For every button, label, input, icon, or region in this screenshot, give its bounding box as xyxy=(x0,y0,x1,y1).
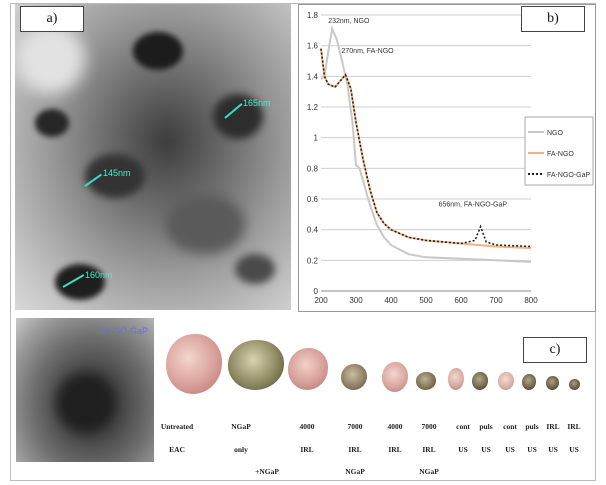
tumor-caption: IRL xyxy=(388,445,402,454)
tumor-caption: US xyxy=(548,445,558,454)
panel-c-label: c) xyxy=(523,337,587,363)
tumor-caption: IRL xyxy=(567,422,581,431)
tumor-caption: 4000 xyxy=(299,422,315,431)
chart-svg: 0 0.2 0.4 0.6 0.8 1 1.2 1.4 1.6 1.8 200 300 400 500 60… xyxy=(307,11,594,305)
tumor-sample xyxy=(341,364,367,390)
tumor-sample xyxy=(228,340,284,390)
peak-annotation: 270nm, FA-NGO xyxy=(342,48,395,55)
x-tick-label: 500 xyxy=(419,296,433,305)
tumor-sample xyxy=(416,372,436,390)
tumor-caption: US xyxy=(569,445,579,454)
legend-label: FA-NGO-GaP xyxy=(547,172,591,179)
y-tick-label: 0.2 xyxy=(307,256,319,265)
tumor-caption: 7000 xyxy=(347,422,363,431)
tumor-caption: IRL xyxy=(348,445,362,454)
uv-vis-chart: 0 0.2 0.4 0.6 0.8 1 1.2 1.4 1.6 1.8 200 300 400 500 60… xyxy=(298,4,596,312)
particle-cluster xyxy=(133,32,183,70)
scale-bar-label: 145nm xyxy=(103,168,131,178)
inset-label: FA-GO-GaP xyxy=(98,326,148,336)
tumor-caption: cont xyxy=(456,422,470,431)
y-tick-label: 0.4 xyxy=(307,226,319,235)
tumor-caption: 4000 xyxy=(387,422,403,431)
y-tick-label: 0.8 xyxy=(307,164,319,173)
particle xyxy=(56,373,116,433)
tumor-caption: IRL xyxy=(422,445,436,454)
tumor-caption: IRL xyxy=(300,445,314,454)
tumor-sample xyxy=(522,374,536,390)
tumor-caption: US xyxy=(505,445,515,454)
tumor-sample xyxy=(288,348,328,390)
x-tick-label: 400 xyxy=(384,296,398,305)
peak-annotation: 656nm, FA-NGO-GaP xyxy=(439,202,508,209)
tumor-sample xyxy=(166,334,222,394)
scale-bar-label: 160nm xyxy=(85,270,113,280)
tumor-sample xyxy=(448,368,464,390)
y-tick-label: 1 xyxy=(314,134,319,143)
legend-label: FA-NGO xyxy=(547,151,574,158)
inset-image: FA-GO-GaP xyxy=(16,318,154,462)
x-tick-label: 700 xyxy=(489,296,503,305)
y-tick-label: 1.2 xyxy=(307,103,319,112)
peak-annotation: 232nm, NGO xyxy=(328,18,370,25)
particle-cluster xyxy=(165,194,245,254)
tumor-caption: cont xyxy=(503,422,517,431)
tumor-sample xyxy=(498,372,514,390)
tumor-sample xyxy=(569,379,580,390)
particle-cluster xyxy=(35,109,69,137)
x-tick-label: 800 xyxy=(524,296,538,305)
tumor-caption: only xyxy=(234,445,248,454)
panel-b-label: b) xyxy=(521,6,585,32)
y-tick-label: 1.6 xyxy=(307,42,319,51)
tumor-sample xyxy=(472,372,488,390)
series-line-fa-ngo-gap xyxy=(320,48,532,248)
particle-cluster xyxy=(235,254,275,284)
series-line-fa-ngo xyxy=(320,48,532,250)
x-tick-label: 600 xyxy=(454,296,468,305)
tumor-caption: +NGaP xyxy=(255,467,279,476)
tumor-caption: NGaP xyxy=(231,422,251,431)
tumor-caption: puls xyxy=(479,422,493,431)
tumor-caption: NGaP xyxy=(345,467,365,476)
scale-bar-label: 165nm xyxy=(243,98,271,108)
series-line-ngo xyxy=(320,25,532,263)
y-tick-label: 0.6 xyxy=(307,195,319,204)
tumor-caption: EAC xyxy=(169,445,185,454)
tumor-caption: NGaP xyxy=(419,467,439,476)
tumor-sample xyxy=(546,376,559,390)
y-tick-label: 1.8 xyxy=(307,11,319,20)
tumor-caption: IRL xyxy=(546,422,560,431)
tumor-caption: 7000 xyxy=(421,422,437,431)
y-tick-label: 1.4 xyxy=(307,72,319,81)
tumor-caption: Untreated xyxy=(160,422,194,431)
tumor-caption: US xyxy=(458,445,468,454)
tem-image: 165nm 145nm 160nm xyxy=(15,4,291,310)
tumor-caption: puls xyxy=(525,422,539,431)
background-region xyxy=(15,24,85,94)
legend-label: NGO xyxy=(547,130,564,137)
x-tick-label: 300 xyxy=(349,296,363,305)
x-tick-label: 200 xyxy=(314,296,328,305)
panel-a-label: a) xyxy=(20,6,84,32)
y-tick-label: 0 xyxy=(314,287,319,296)
tumor-sample xyxy=(382,362,408,392)
tumor-caption: US xyxy=(481,445,491,454)
tumor-caption: US xyxy=(527,445,537,454)
